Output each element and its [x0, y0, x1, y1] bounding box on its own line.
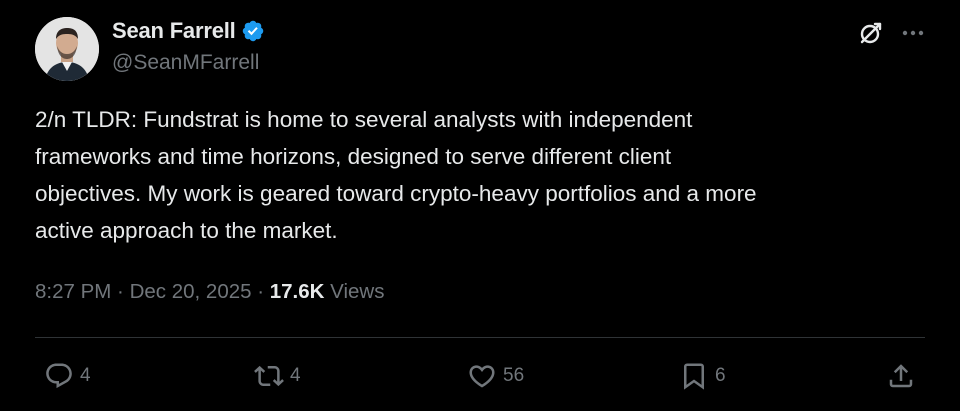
views-count[interactable]: 17.6K: [270, 280, 325, 304]
reply-icon: [44, 361, 74, 391]
retweet-icon: [254, 361, 284, 391]
retweet-button[interactable]: 4: [254, 361, 301, 391]
meta-separator: ·: [251, 280, 270, 303]
heart-icon: [467, 361, 497, 391]
reply-count: 4: [80, 365, 91, 386]
avatar-image: [35, 17, 99, 81]
handle[interactable]: @SeanMFarrell: [112, 51, 265, 75]
bookmark-icon: [679, 361, 709, 391]
tweet-text: 2/n TLDR: Fundstrat is home to several a…: [35, 107, 757, 243]
more-icon[interactable]: [900, 20, 926, 46]
like-button[interactable]: 56: [467, 361, 524, 391]
divider: [35, 337, 925, 338]
meta-separator: ·: [111, 280, 130, 303]
reply-button[interactable]: 4: [44, 361, 91, 391]
bookmark-button[interactable]: 6: [679, 361, 726, 391]
tweet-meta: 8:27 PM · Dec 20, 2025 · 17.6K Views: [35, 280, 384, 304]
tweet-card: Sean Farrell @SeanMFarrell 2/n TLDR: Fun…: [0, 0, 960, 411]
display-name[interactable]: Sean Farrell: [112, 18, 236, 44]
verified-badge-icon[interactable]: [241, 19, 265, 43]
views-label: Views: [324, 280, 385, 303]
author-block: Sean Farrell @SeanMFarrell: [112, 16, 265, 75]
retweet-count: 4: [290, 365, 301, 386]
grok-icon[interactable]: [858, 20, 884, 46]
tweet-time[interactable]: 8:27 PM: [35, 280, 111, 304]
name-row: Sean Farrell: [112, 16, 265, 46]
like-count: 56: [503, 365, 525, 386]
share-icon: [886, 361, 916, 391]
top-actions: [858, 20, 926, 46]
bookmark-count: 6: [715, 365, 726, 386]
share-button[interactable]: [886, 361, 916, 391]
tweet-date[interactable]: Dec 20, 2025: [130, 280, 252, 304]
avatar[interactable]: [35, 17, 99, 81]
